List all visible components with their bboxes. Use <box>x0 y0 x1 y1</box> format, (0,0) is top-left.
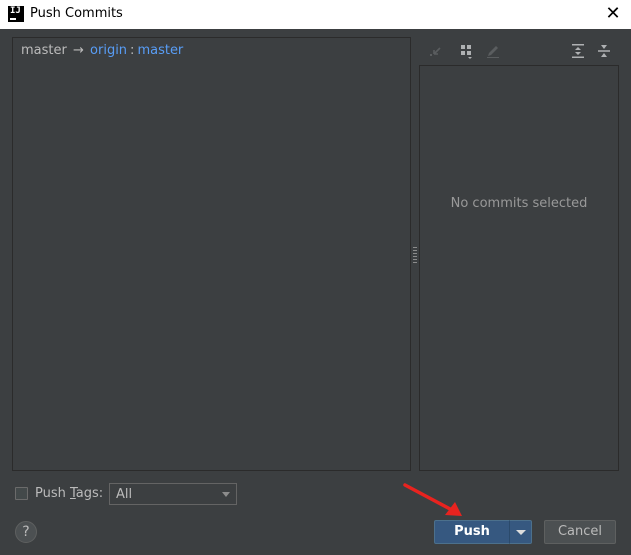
remote-separator: : <box>130 43 135 58</box>
edit-icon[interactable] <box>485 43 501 59</box>
push-tags-checkbox[interactable] <box>15 487 28 500</box>
push-tags-label[interactable]: Push Tags: <box>35 486 103 501</box>
push-button[interactable]: Push <box>434 520 510 544</box>
help-button[interactable]: ? <box>15 521 37 543</box>
commits-tree-panel[interactable]: master → origin: master <box>12 37 411 471</box>
intellij-app-icon: IJ <box>8 6 24 22</box>
collapse-all-icon[interactable] <box>596 43 612 59</box>
close-icon[interactable]: ✕ <box>603 4 623 24</box>
chevron-down-icon <box>222 492 230 497</box>
tags-mode-select[interactable]: All <box>109 483 237 505</box>
expand-all-icon[interactable] <box>570 43 586 59</box>
push-tags-label-suffix: ags: <box>75 486 104 501</box>
title-bar: IJ Push Commits ✕ <box>0 0 631 29</box>
push-options-dropdown[interactable] <box>509 520 532 544</box>
remote-branch-link[interactable]: master <box>137 43 183 58</box>
window-title: Push Commits <box>30 6 123 21</box>
no-commits-message: No commits selected <box>450 196 588 211</box>
annotation-arrow-icon <box>403 483 462 516</box>
group-by-icon[interactable] <box>459 43 475 59</box>
remote-name-link[interactable]: origin <box>90 43 127 58</box>
cancel-button[interactable]: Cancel <box>544 520 616 544</box>
local-branch-name: master <box>21 43 67 58</box>
panel-splitter[interactable] <box>413 247 417 263</box>
push-tags-label-prefix: Push <box>35 486 70 501</box>
commit-details-panel: No commits selected <box>419 65 619 471</box>
branch-push-row[interactable]: master → origin: master <box>21 43 183 58</box>
tags-mode-value: All <box>116 487 133 502</box>
cherry-pick-icon[interactable] <box>427 43 443 59</box>
details-toolbar <box>419 37 619 65</box>
push-arrow: → <box>72 43 84 58</box>
